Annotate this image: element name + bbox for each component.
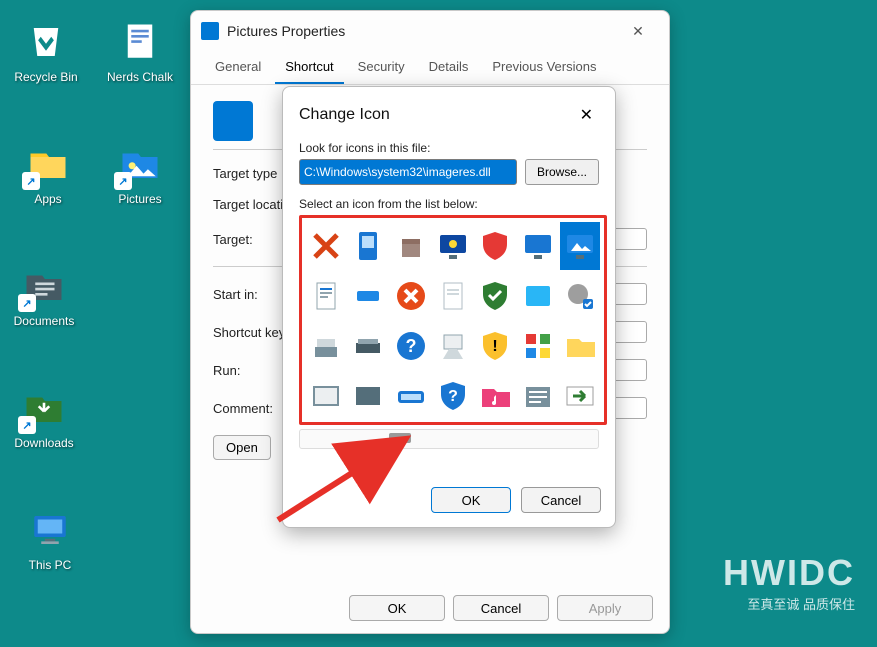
tab-shortcut[interactable]: Shortcut [275,51,343,84]
desktop-pictures[interactable]: Pictures [104,140,176,206]
properties-cancel-button[interactable]: Cancel [453,595,549,621]
icon-shield-help[interactable]: ? [433,372,473,420]
icon-circle-x[interactable] [391,272,431,320]
svg-text:?: ? [405,336,416,356]
shortcut-large-icon [213,101,253,141]
icon-frame[interactable] [306,372,346,420]
properties-close-icon[interactable]: ✕ [617,16,659,46]
desktop-label: Apps [12,192,84,206]
icon-red-x[interactable] [306,222,346,270]
properties-tabs: General Shortcut Security Details Previo… [191,51,669,85]
tab-security[interactable]: Security [348,51,415,84]
open-file-location-button[interactable]: Open [213,435,271,460]
browse-button[interactable]: Browse... [525,159,599,185]
properties-ok-button[interactable]: OK [349,595,445,621]
icon-frame-dark[interactable] [348,372,388,420]
icon-music-folder[interactable] [475,372,515,420]
icon-document-blank[interactable] [433,272,473,320]
icon-monitor[interactable] [517,222,557,270]
properties-title: Pictures Properties [227,23,617,39]
icon-path-input[interactable] [299,159,517,185]
tab-details[interactable]: Details [419,51,479,84]
shortcut-arrow-icon [18,294,36,312]
icon-drive[interactable] [306,322,346,370]
icon-gear-check[interactable] [560,272,600,320]
icon-shield-green[interactable] [475,272,515,320]
icon-box[interactable] [391,222,431,270]
scrollbar-thumb[interactable] [389,433,411,443]
icon-window[interactable] [517,272,557,320]
watermark: HWIDC 至真至诚 品质保住 [723,552,855,613]
icon-list-scrollbar[interactable] [299,429,599,449]
change-icon-title: Change Icon [299,106,574,124]
desktop-apps[interactable]: Apps [12,140,84,206]
svg-text:?: ? [448,388,458,405]
desktop-recycle-bin[interactable]: Recycle Bin [10,18,82,84]
properties-titlebar: Pictures Properties ✕ [191,11,669,51]
change-icon-dialog: Change Icon ✕ Look for icons in this fil… [282,86,616,528]
icon-picture-monitor[interactable] [560,222,600,270]
svg-text:!: ! [493,338,498,355]
look-for-icons-label: Look for icons in this file: [299,141,599,155]
icon-grid: ? ! ? [306,222,600,420]
desktop-label: Recycle Bin [10,70,82,84]
properties-title-icon [201,22,219,40]
icon-device[interactable] [348,222,388,270]
change-icon-close-icon[interactable]: ✕ [574,103,599,127]
desktop-this-pc[interactable]: This PC [14,506,86,572]
tab-previous-versions[interactable]: Previous Versions [482,51,606,84]
icon-list-highlight: ? ! ? [299,215,607,425]
change-icon-cancel-button[interactable]: Cancel [521,487,601,513]
icon-list[interactable] [517,372,557,420]
shortcut-arrow-icon [114,172,132,190]
desktop-label: Downloads [8,436,80,450]
shortcut-arrow-icon [22,172,40,190]
icon-run-dialog[interactable] [391,372,431,420]
icon-folder[interactable] [560,322,600,370]
desktop-documents[interactable]: Documents [8,262,80,328]
icon-arrow-right[interactable] [560,372,600,420]
icon-tag[interactable] [348,272,388,320]
desktop-label: Nerds Chalk [104,70,176,84]
desktop-label: Pictures [104,192,176,206]
icon-shield-red[interactable] [475,222,515,270]
icon-shield-warn[interactable]: ! [475,322,515,370]
desktop-label: This PC [14,558,86,572]
properties-apply-button[interactable]: Apply [557,595,653,621]
icon-scanner[interactable] [348,322,388,370]
desktop-downloads[interactable]: Downloads [8,384,80,450]
select-icon-label: Select an icon from the list below: [299,197,599,211]
tab-general[interactable]: General [205,51,271,84]
shortcut-arrow-icon [18,416,36,434]
icon-projector[interactable] [433,322,473,370]
icon-blocks[interactable] [517,322,557,370]
desktop-label: Documents [8,314,80,328]
icon-document[interactable] [306,272,346,320]
desktop-nerds-chalk[interactable]: Nerds Chalk [104,18,176,84]
icon-night-screen[interactable] [433,222,473,270]
change-icon-ok-button[interactable]: OK [431,487,511,513]
icon-help-circle[interactable]: ? [391,322,431,370]
